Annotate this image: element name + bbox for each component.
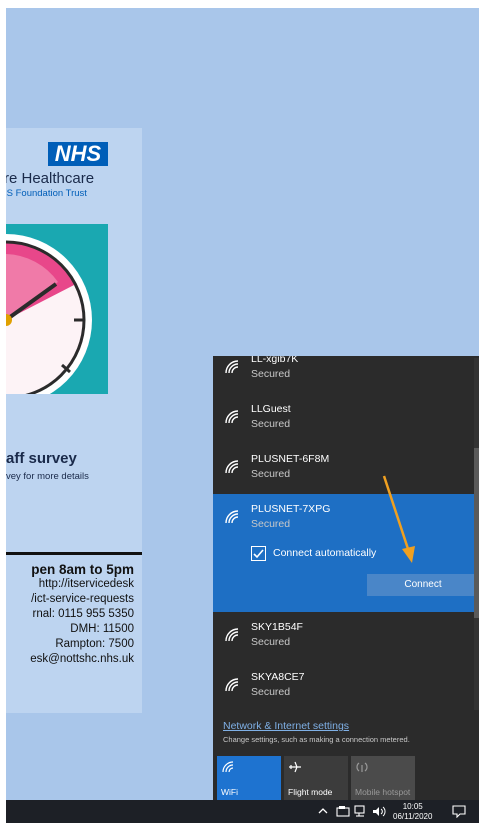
connect-button[interactable]: Connect xyxy=(367,574,479,596)
network-settings-description: Change settings, such as making a connec… xyxy=(223,735,410,744)
action-center-icon[interactable] xyxy=(452,805,466,818)
network-name: PLUSNET-7XPG xyxy=(251,503,331,515)
poster-divider xyxy=(6,552,142,555)
wifi-secured-icon xyxy=(225,360,239,374)
network-item[interactable]: SKY1B54F Secured xyxy=(213,612,479,662)
network-item[interactable]: LL-xgib7K Secured xyxy=(213,356,479,394)
network-settings-link[interactable]: Network & Internet settings xyxy=(223,720,349,732)
org-name: re Healthcare xyxy=(6,170,95,187)
network-item[interactable]: SKYA8CE7 Secured xyxy=(213,662,479,710)
clock-time: 10:05 xyxy=(402,802,423,811)
wifi-secured-icon xyxy=(225,678,239,692)
network-flyout: LL-xgib7K Secured LLGuest Secured PLUSNE… xyxy=(213,356,479,800)
network-status: Secured xyxy=(251,518,291,530)
network-name: LL-xgib7K xyxy=(251,356,299,365)
wallpaper-poster: NHS re Healthcare IS Foundation Trust af… xyxy=(6,128,142,713)
mobile-hotspot-toggle[interactable]: Mobile hotspot xyxy=(351,756,415,800)
airplane-icon xyxy=(289,761,301,773)
contact-line: DMH: 11500 xyxy=(70,623,134,635)
checkbox[interactable] xyxy=(251,546,266,561)
network-status: Secured xyxy=(251,468,291,480)
survey-title: aff survey xyxy=(6,450,77,467)
mobile-hotspot-label: Mobile hotspot xyxy=(355,787,411,797)
opening-hours: pen 8am to 5pm xyxy=(31,562,134,577)
wifi-secured-icon xyxy=(225,460,239,474)
flight-mode-label: Flight mode xyxy=(288,787,333,797)
onedrive-icon[interactable] xyxy=(336,805,350,818)
show-hidden-icons-chevron-icon[interactable] xyxy=(317,805,329,817)
network-name: PLUSNET-6F8M xyxy=(251,453,330,465)
contact-line: http://itservicedesk xyxy=(38,578,134,590)
wifi-icon xyxy=(222,761,234,773)
survey-subtitle: vey for more details xyxy=(6,471,89,482)
tray-clock[interactable]: 10:05 06/11/2020 xyxy=(393,802,432,822)
clock-date: 06/11/2020 xyxy=(393,812,433,821)
network-item[interactable]: LLGuest Secured xyxy=(213,394,479,444)
desktop-wallpaper: NHS re Healthcare IS Foundation Trust af… xyxy=(6,8,479,800)
taskbar: 10:05 06/11/2020 xyxy=(6,800,479,823)
checkmark-icon xyxy=(253,549,264,559)
contact-line: esk@nottshc.nhs.uk xyxy=(30,653,134,665)
network-item-selected[interactable]: PLUSNET-7XPG Secured Connect automatical… xyxy=(213,494,479,612)
network-status: Secured xyxy=(251,686,291,698)
network-status: Secured xyxy=(251,368,291,380)
wifi-toggle[interactable]: WiFi xyxy=(217,756,281,800)
wifi-secured-icon xyxy=(225,510,239,524)
contact-line: rnal: 0115 955 5350 xyxy=(32,608,134,620)
network-name: SKYA8CE7 xyxy=(251,671,305,683)
network-name: LLGuest xyxy=(251,403,291,415)
network-name: SKY1B54F xyxy=(251,621,303,633)
network-tray-icon[interactable] xyxy=(354,805,368,818)
clock-illustration xyxy=(6,224,108,394)
flight-mode-toggle[interactable]: Flight mode xyxy=(284,756,348,800)
network-item[interactable]: PLUSNET-6F8M Secured xyxy=(213,444,479,494)
volume-icon[interactable] xyxy=(372,805,386,818)
contact-line: /ict-service-requests xyxy=(31,593,134,605)
network-status: Secured xyxy=(251,418,291,430)
wifi-secured-icon xyxy=(225,410,239,424)
nhs-logo: NHS xyxy=(48,142,108,166)
hotspot-icon xyxy=(356,762,368,772)
wifi-toggle-label: WiFi xyxy=(221,787,238,797)
contact-block: pen 8am to 5pm http://itservicedesk /ict… xyxy=(30,562,134,667)
network-list[interactable]: LL-xgib7K Secured LLGuest Secured PLUSNE… xyxy=(213,356,479,710)
contact-line: Rampton: 7500 xyxy=(55,638,134,650)
org-subtitle: IS Foundation Trust xyxy=(6,188,87,199)
scrollbar-thumb[interactable] xyxy=(474,448,479,618)
connect-automatically-label: Connect automatically xyxy=(273,547,377,559)
wifi-secured-icon xyxy=(225,628,239,642)
network-status: Secured xyxy=(251,636,291,648)
